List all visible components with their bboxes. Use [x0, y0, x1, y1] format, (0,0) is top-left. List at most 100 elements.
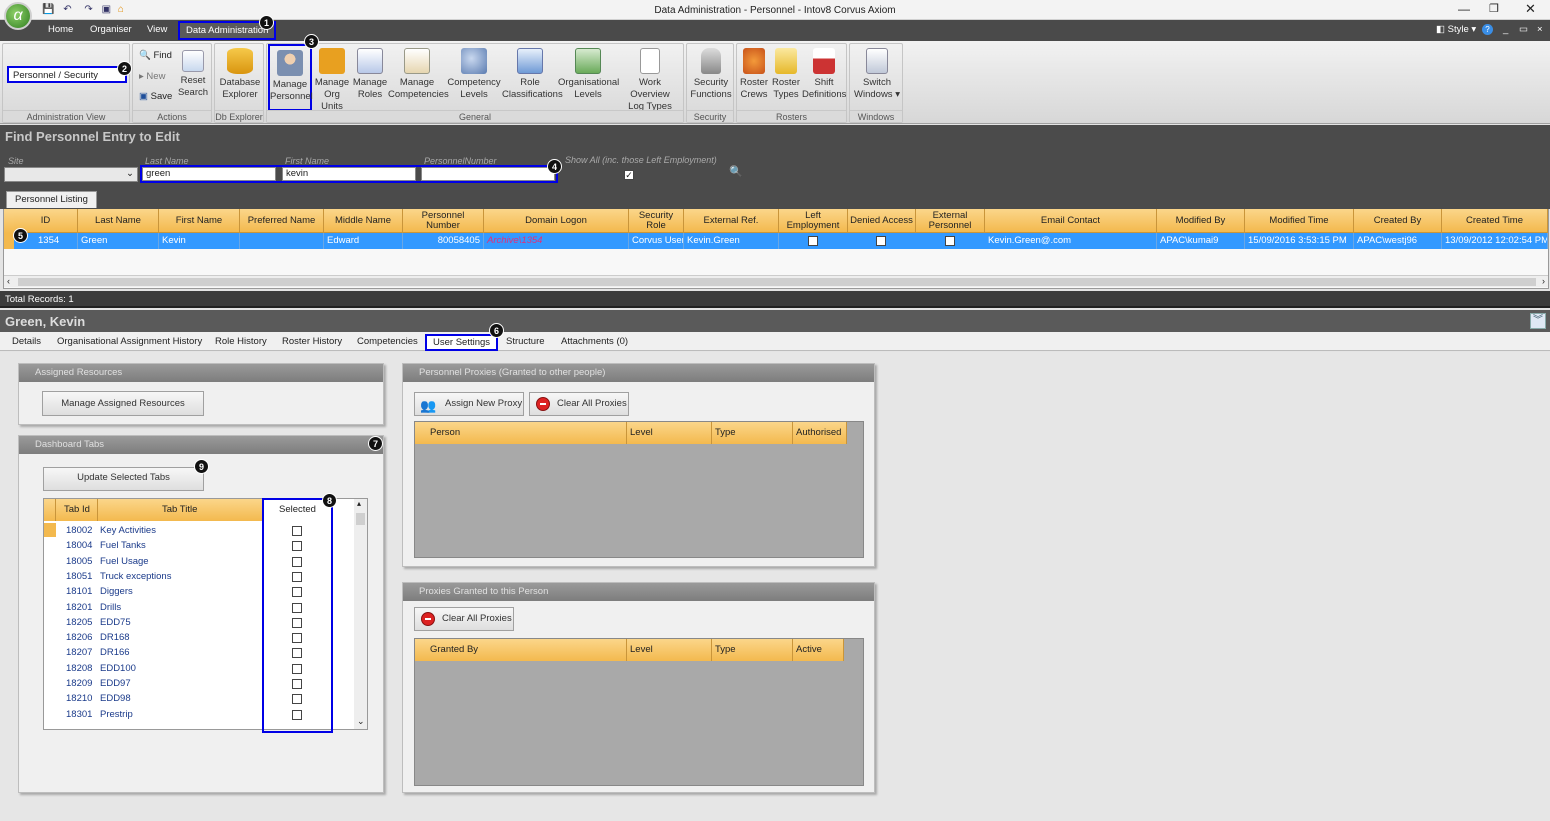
row-indicator-header [44, 499, 56, 521]
row-indicator-header [4, 209, 14, 233]
cell-security-role: Corvus User [629, 233, 684, 249]
manage-assigned-resources-button[interactable]: Manage Assigned Resources [42, 391, 204, 416]
tab-org-assignment-history[interactable]: Organisational Assignment History [57, 336, 202, 347]
personnel-number-input[interactable] [421, 167, 555, 181]
tab-details[interactable]: Details [12, 336, 41, 347]
col-personnel-number[interactable]: Personnel Number [403, 209, 484, 233]
search-icon[interactable]: 🔍 [729, 165, 743, 178]
style-menu[interactable]: ◧ Style ▾ [1436, 24, 1476, 35]
col-active[interactable]: Active [793, 639, 844, 661]
col-security-role[interactable]: Security Role [629, 209, 684, 233]
group-label: Security [687, 110, 733, 122]
scroll-left-icon[interactable]: ‹ [7, 276, 10, 286]
personnel-listing-tab[interactable]: Personnel Listing [6, 191, 97, 208]
col-granted-by[interactable]: Granted By [427, 639, 627, 661]
find-button[interactable]: 🔍 Find [139, 50, 172, 61]
col-external-personnel[interactable]: External Personnel [916, 209, 985, 233]
col-first-name[interactable]: First Name [159, 209, 240, 233]
col-created-time[interactable]: Created Time [1442, 209, 1548, 233]
ribbon-restore-icon[interactable]: ▭ [1519, 24, 1528, 35]
assign-new-proxy-button[interactable]: 👥 Assign New Proxy [414, 392, 524, 416]
clear-all-proxies-button[interactable]: Clear All Proxies [529, 392, 629, 416]
badge-2: 2 [117, 61, 132, 76]
detail-header: Green, Kevin ︾ [0, 310, 1550, 332]
col-middle-name[interactable]: Middle Name [324, 209, 403, 233]
security-functions-button[interactable]: Security Functions [688, 48, 734, 101]
ribbon-minimize-icon[interactable]: _ [1503, 24, 1508, 35]
manage-roles-button[interactable]: Manage Roles [352, 48, 388, 101]
tab-title-cell: Drills [100, 601, 122, 613]
menu-home[interactable]: Home [48, 24, 73, 35]
col-tab-id[interactable]: Tab Id [56, 499, 98, 521]
app-logo[interactable]: α [4, 2, 32, 30]
close-button[interactable]: ✕ [1525, 1, 1536, 17]
competency-levels-button[interactable]: Competency Levels [446, 48, 502, 101]
manage-personnel-button[interactable]: Manage Personnel [268, 44, 313, 111]
database-explorer-button[interactable]: Database Explorer [217, 48, 263, 101]
site-select[interactable]: ⌄ [4, 167, 138, 182]
update-selected-tabs-button[interactable]: Update Selected Tabs [43, 467, 204, 491]
work-overview-log-types-button[interactable]: Work Overview Log Types [618, 48, 682, 113]
shift-definitions-button[interactable]: Shift Definitions [802, 48, 846, 101]
tab-title-cell: DR166 [100, 647, 130, 659]
col-level[interactable]: Level [627, 639, 712, 661]
left-employment-checkbox[interactable] [808, 236, 818, 246]
col-person[interactable]: Person [427, 422, 627, 444]
col-type[interactable]: Type [712, 639, 793, 661]
minimize-button[interactable]: — [1458, 2, 1470, 16]
role-classifications-button[interactable]: Role Classifications [502, 48, 563, 101]
new-button[interactable]: ▸ New [139, 71, 165, 82]
last-name-input[interactable]: green [142, 167, 276, 181]
cell-created-by: APAC\westj96 [1354, 233, 1442, 249]
switch-windows-button[interactable]: Switch Windows ▾ [851, 48, 903, 101]
help-icon[interactable]: ? [1482, 24, 1493, 35]
scroll-thumb[interactable] [356, 513, 365, 525]
roster-types-button[interactable]: Roster Types [770, 48, 802, 101]
roster-crews-button[interactable]: Roster Crews [738, 48, 770, 101]
scroll-up-icon[interactable]: ▴ [357, 499, 361, 508]
tab-role-history[interactable]: Role History [215, 336, 267, 347]
col-created-by[interactable]: Created By [1354, 209, 1442, 233]
scroll-down-icon[interactable]: ⌄ [357, 716, 365, 727]
admin-view-select[interactable]: Personnel / Security [7, 66, 127, 83]
clear-all-proxies-button-2[interactable]: Clear All Proxies [414, 607, 514, 631]
col-authorised[interactable]: Authorised [793, 422, 847, 444]
tab-user-settings[interactable]: User Settings [425, 334, 499, 351]
show-all-checkbox[interactable]: ✓ [624, 170, 634, 180]
col-left-employment[interactable]: Left Employment [779, 209, 848, 233]
scroll-thumb[interactable] [18, 278, 1536, 286]
tab-competencies[interactable]: Competencies [357, 336, 418, 347]
col-email-contact[interactable]: Email Contact [985, 209, 1157, 233]
col-preferred-name[interactable]: Preferred Name [240, 209, 324, 233]
col-modified-by[interactable]: Modified By [1157, 209, 1245, 233]
first-name-input[interactable]: kevin [282, 167, 416, 181]
external-personnel-checkbox[interactable] [945, 236, 955, 246]
tab-attachments[interactable]: Attachments (0) [561, 336, 628, 347]
restore-button[interactable]: ❐ [1489, 2, 1499, 15]
horizontal-scrollbar[interactable]: ‹ › [4, 275, 1548, 287]
manage-competencies-button[interactable]: Manage Competencies [388, 48, 449, 101]
col-tab-title[interactable]: Tab Title [98, 499, 263, 521]
ribbon-close-icon[interactable]: × [1537, 24, 1543, 35]
tab-structure[interactable]: Structure [506, 336, 545, 347]
col-external-ref[interactable]: External Ref. [684, 209, 779, 233]
col-level[interactable]: Level [627, 422, 712, 444]
tab-roster-history[interactable]: Roster History [282, 336, 342, 347]
save-button[interactable]: ▣ Save [139, 91, 172, 102]
col-modified-time[interactable]: Modified Time [1245, 209, 1354, 233]
denied-access-checkbox[interactable] [876, 236, 886, 246]
collapse-icon[interactable]: ︾ [1530, 313, 1546, 329]
col-type[interactable]: Type [712, 422, 793, 444]
organisational-levels-button[interactable]: Organisational Levels [558, 48, 619, 101]
manage-org-units-button[interactable]: Manage Org Units [312, 48, 352, 113]
vertical-scrollbar[interactable]: ▴ ⌄ [354, 499, 367, 729]
col-domain-logon[interactable]: Domain Logon [484, 209, 629, 233]
menu-organiser[interactable]: Organiser [90, 24, 132, 35]
menu-view[interactable]: View [147, 24, 167, 35]
site-label: Site [8, 156, 24, 166]
col-last-name[interactable]: Last Name [78, 209, 159, 233]
scroll-right-icon[interactable]: › [1542, 276, 1545, 286]
col-denied-access[interactable]: Denied Access [848, 209, 916, 233]
cell-preferred-name [240, 233, 324, 249]
reset-search-button[interactable]: Reset Search [177, 50, 209, 99]
